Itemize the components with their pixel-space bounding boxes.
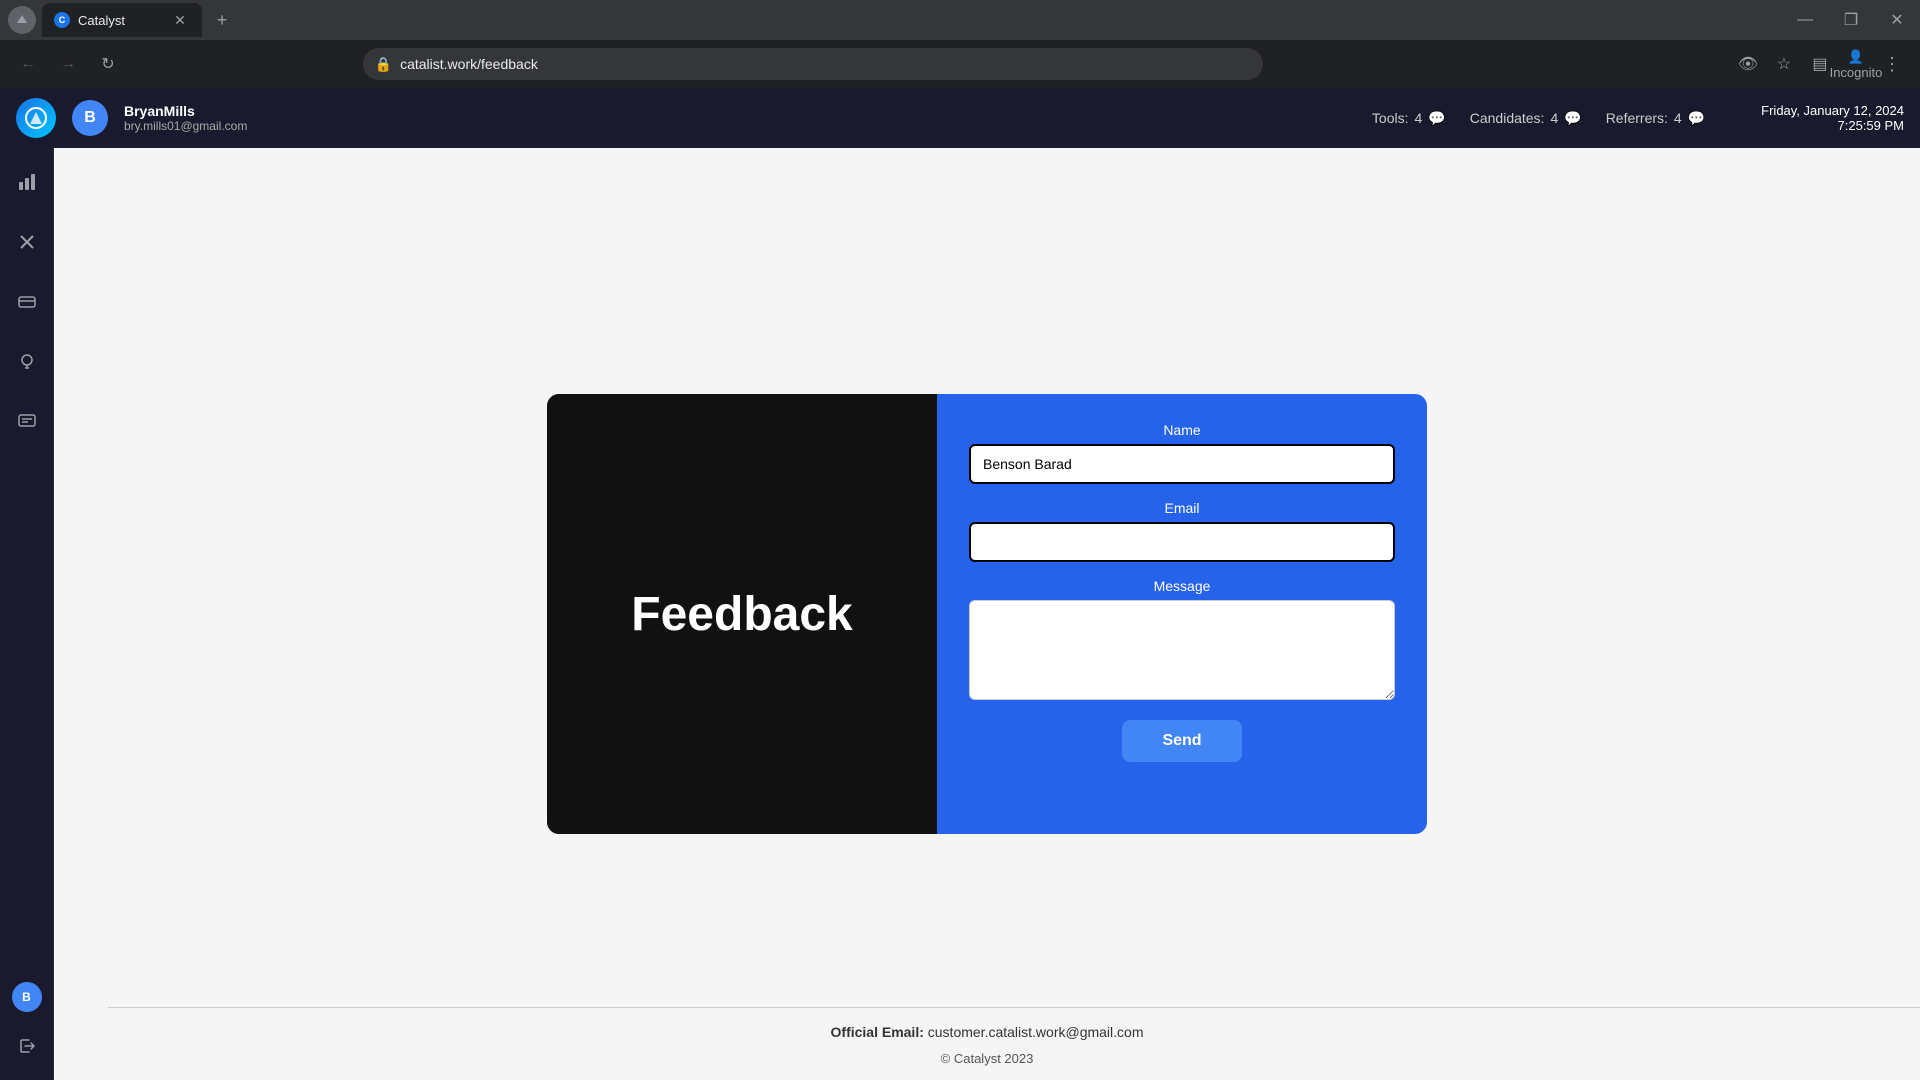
message-textarea[interactable] bbox=[969, 600, 1395, 700]
sidebar-item-chat[interactable] bbox=[9, 404, 45, 440]
message-group: Message bbox=[969, 578, 1395, 700]
incognito-icon[interactable]: 👤 Incognito bbox=[1840, 48, 1872, 80]
new-tab-button[interactable]: + bbox=[208, 6, 236, 34]
page-footer: Official Email: customer.catalist.work@g… bbox=[54, 1007, 1920, 1080]
footer-email-label: Official Email: customer.catalist.work@g… bbox=[831, 1024, 1144, 1040]
tab-favicon: C bbox=[54, 12, 70, 28]
app-logo bbox=[16, 98, 56, 138]
app-header: B BryanMills bry.mills01@gmail.com Tools… bbox=[0, 88, 1920, 148]
feedback-card: Feedback Name Email Message Send bbox=[547, 394, 1427, 834]
feedback-left-panel: Feedback bbox=[547, 394, 937, 834]
tools-count: 4 bbox=[1415, 110, 1423, 126]
window-controls: — ❐ ✕ bbox=[1782, 0, 1920, 40]
tab-title-text: Catalyst bbox=[78, 13, 162, 28]
sidebar-user-avatar[interactable]: B bbox=[12, 982, 42, 1012]
active-tab[interactable]: C Catalyst ✕ bbox=[42, 3, 202, 37]
header-datetime: Friday, January 12, 2024 7:25:59 PM bbox=[1761, 103, 1904, 133]
user-info: BryanMills bry.mills01@gmail.com bbox=[124, 103, 247, 133]
email-group: Email bbox=[969, 500, 1395, 562]
minimize-button[interactable]: — bbox=[1782, 0, 1828, 40]
lock-icon: 🔒 bbox=[375, 56, 392, 73]
header-time: 7:25:59 PM bbox=[1761, 118, 1904, 133]
address-bar[interactable]: 🔒 catalist.work/feedback bbox=[363, 48, 1263, 80]
tools-icon: 💬 bbox=[1428, 110, 1445, 127]
eye-off-icon[interactable]: 👁 bbox=[1732, 48, 1764, 80]
tools-label: Tools: bbox=[1372, 110, 1409, 126]
tab-group-button[interactable] bbox=[8, 6, 36, 34]
user-email: bry.mills01@gmail.com bbox=[124, 119, 247, 133]
user-name: BryanMills bbox=[124, 103, 247, 119]
header-date: Friday, January 12, 2024 bbox=[1761, 103, 1904, 118]
sidebar-item-bulb[interactable] bbox=[9, 344, 45, 380]
browser-chrome: C Catalyst ✕ + — ❐ ✕ ← → ↻ 🔒 catalist.wo… bbox=[0, 0, 1920, 88]
main-content: Feedback Name Email Message Send bbox=[54, 148, 1920, 1080]
refresh-button[interactable]: ↻ bbox=[92, 48, 124, 80]
feedback-form: Name Email Message Send bbox=[937, 394, 1427, 834]
send-button[interactable]: Send bbox=[1122, 720, 1241, 762]
address-text: catalist.work/feedback bbox=[400, 56, 1251, 72]
referrers-count: 4 bbox=[1674, 110, 1682, 126]
email-label: Email bbox=[969, 500, 1395, 516]
candidates-stat: Candidates: 4 💬 bbox=[1470, 110, 1582, 127]
forward-button[interactable]: → bbox=[52, 48, 84, 80]
candidates-icon: 💬 bbox=[1564, 110, 1581, 127]
bookmark-icon[interactable]: ☆ bbox=[1768, 48, 1800, 80]
user-avatar[interactable]: B bbox=[72, 100, 108, 136]
sidebar-bottom: B bbox=[9, 982, 45, 1064]
referrers-icon: 💬 bbox=[1688, 110, 1705, 127]
name-group: Name bbox=[969, 422, 1395, 484]
sidebar-item-tools[interactable] bbox=[9, 224, 45, 260]
app-body: B Feedback Name Email bbox=[0, 148, 1920, 1080]
referrers-label: Referrers: bbox=[1606, 110, 1668, 126]
maximize-button[interactable]: ❐ bbox=[1828, 0, 1874, 40]
close-button[interactable]: ✕ bbox=[1874, 0, 1920, 40]
tab-bar: C Catalyst ✕ + — ❐ ✕ bbox=[0, 0, 1920, 40]
sidebar-item-chart[interactable] bbox=[9, 164, 45, 200]
address-bar-actions: 👁 ☆ ▤ 👤 Incognito ⋮ bbox=[1732, 48, 1908, 80]
sidebar-logout-icon[interactable] bbox=[9, 1028, 45, 1064]
name-label: Name bbox=[969, 422, 1395, 438]
referrers-stat: Referrers: 4 💬 bbox=[1606, 110, 1705, 127]
message-label: Message bbox=[969, 578, 1395, 594]
more-options-icon[interactable]: ⋮ bbox=[1876, 48, 1908, 80]
name-input[interactable] bbox=[969, 444, 1395, 484]
tab-close-button[interactable]: ✕ bbox=[170, 10, 190, 30]
back-button[interactable]: ← bbox=[12, 48, 44, 80]
email-input[interactable] bbox=[969, 522, 1395, 562]
candidates-count: 4 bbox=[1550, 110, 1558, 126]
candidates-label: Candidates: bbox=[1470, 110, 1545, 126]
tools-stat: Tools: 4 💬 bbox=[1372, 110, 1446, 127]
header-stats: Tools: 4 💬 Candidates: 4 💬 Referrers: 4 … bbox=[1372, 110, 1705, 127]
sidebar: B bbox=[0, 148, 54, 1080]
address-bar-row: ← → ↻ 🔒 catalist.work/feedback 👁 ☆ ▤ 👤 I… bbox=[0, 40, 1920, 88]
feedback-title: Feedback bbox=[631, 587, 852, 642]
sidebar-item-card[interactable] bbox=[9, 284, 45, 320]
footer-copyright: © Catalyst 2023 bbox=[941, 1051, 1034, 1066]
